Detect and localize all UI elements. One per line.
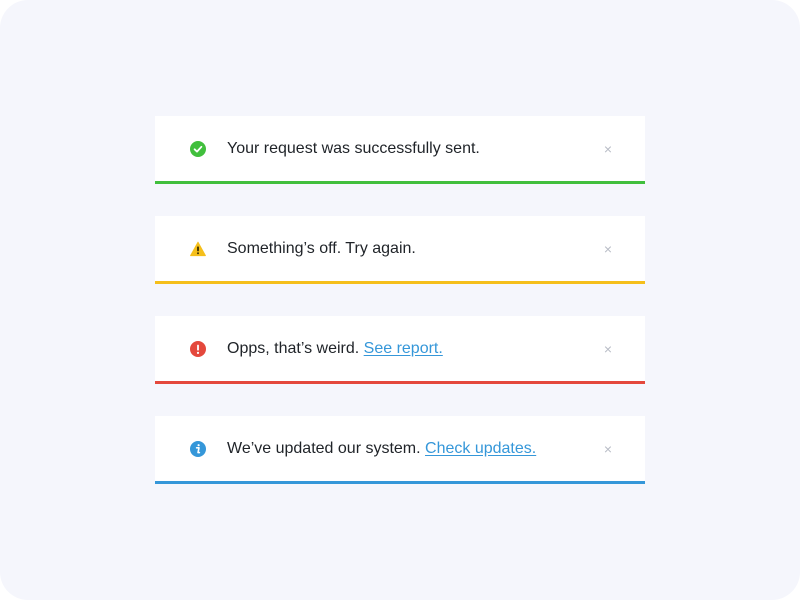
alert-message-text: Opps, that’s weird.: [227, 340, 364, 357]
alert-error: Opps, that’s weird. See report. ×: [155, 316, 645, 384]
close-icon[interactable]: ×: [601, 440, 615, 458]
check-circle-icon: [190, 141, 206, 157]
alert-message: We’ve updated our system. Check updates.: [227, 439, 536, 459]
page-background: Your request was successfully sent. × So…: [0, 0, 800, 600]
alert-message-text: Something’s off. Try again.: [227, 240, 416, 257]
close-icon[interactable]: ×: [601, 340, 615, 358]
alert-info: We’ve updated our system. Check updates.…: [155, 416, 645, 484]
see-report-link[interactable]: See report.: [364, 340, 443, 357]
exclamation-circle-icon: [190, 341, 206, 357]
close-icon[interactable]: ×: [601, 240, 615, 258]
alert-message-text: We’ve updated our system.: [227, 440, 426, 457]
alert-success: Your request was successfully sent. ×: [155, 116, 645, 184]
alert-message: Your request was successfully sent.: [227, 139, 480, 159]
alert-message: Opps, that’s weird. See report.: [227, 339, 443, 359]
warning-triangle-icon: [190, 241, 206, 257]
alert-message-text: Your request was successfully sent.: [227, 140, 480, 157]
alert-message: Something’s off. Try again.: [227, 239, 416, 259]
check-updates-link[interactable]: Check updates.: [425, 440, 536, 457]
close-icon[interactable]: ×: [601, 140, 615, 158]
alert-warning: Something’s off. Try again. ×: [155, 216, 645, 284]
info-circle-icon: [190, 441, 206, 457]
